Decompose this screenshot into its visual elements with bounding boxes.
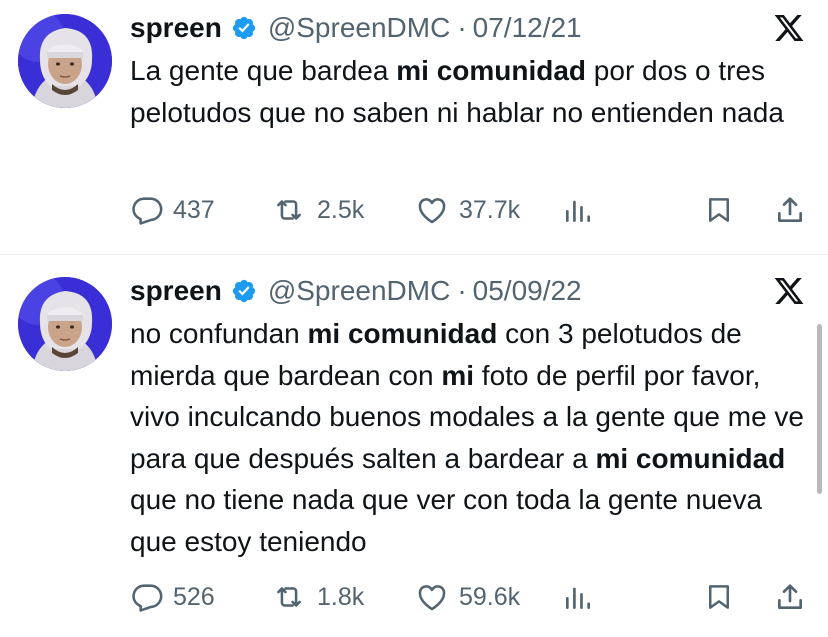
repost-icon bbox=[277, 587, 301, 607]
tweet-header: spreen @SpreenDMC · 07/12/21 bbox=[130, 8, 582, 48]
display-name[interactable]: spreen bbox=[130, 275, 222, 307]
share-button[interactable] bbox=[774, 190, 806, 230]
like-count: 37.7k bbox=[459, 195, 521, 224]
share-button[interactable] bbox=[774, 577, 806, 617]
text-segment-bold: mi comunidad bbox=[595, 442, 786, 474]
text-segment-bold: mi comunidad bbox=[396, 55, 587, 86]
action-bar: 437 2.5k 37.7k bbox=[130, 190, 810, 230]
reply-button[interactable]: 526 bbox=[130, 577, 215, 617]
like-button[interactable]: 37.7k bbox=[414, 190, 520, 230]
bookmark-button[interactable] bbox=[704, 190, 734, 230]
text-segment: que no tiene nada que ver con toda la ge… bbox=[130, 484, 763, 557]
views-icon bbox=[566, 200, 590, 222]
text-segment-bold: mi bbox=[441, 359, 475, 391]
bookmark-icon bbox=[709, 198, 729, 222]
separator-dot: · bbox=[457, 275, 467, 306]
text-segment: La gente que bardea bbox=[130, 55, 397, 86]
x-logo-icon bbox=[774, 278, 804, 304]
reply-icon bbox=[132, 197, 163, 225]
repost-count: 2.5k bbox=[317, 195, 365, 224]
share-icon bbox=[778, 197, 802, 222]
x-logo-icon bbox=[774, 15, 804, 41]
tweet-text: La gente que bardea mi comunidad por dos… bbox=[130, 50, 810, 133]
repost-button[interactable]: 1.8k bbox=[270, 577, 364, 617]
reply-button[interactable]: 437 bbox=[130, 190, 215, 230]
repost-icon bbox=[277, 200, 301, 220]
avatar[interactable] bbox=[18, 14, 112, 108]
like-count: 59.6k bbox=[459, 582, 521, 611]
tweet-divider bbox=[0, 254, 828, 255]
tweet-header: spreen @SpreenDMC · 05/09/22 bbox=[130, 271, 582, 311]
repost-button[interactable]: 2.5k bbox=[270, 190, 364, 230]
reply-count: 437 bbox=[173, 195, 215, 224]
avatar[interactable] bbox=[18, 277, 112, 371]
user-handle[interactable]: @SpreenDMC bbox=[268, 275, 450, 307]
bookmark-icon bbox=[709, 585, 729, 609]
text-segment: no confundan bbox=[130, 318, 308, 349]
views-icon bbox=[566, 587, 590, 609]
tweet-card[interactable]: spreen @SpreenDMC · 07/12/21 La gente qu… bbox=[0, 0, 828, 254]
scrollbar[interactable] bbox=[817, 324, 822, 494]
reply-icon bbox=[132, 584, 163, 612]
bookmark-button[interactable] bbox=[704, 577, 734, 617]
tweet-text: no confundan mi comunidad con 3 pelotudo… bbox=[130, 313, 810, 562]
like-button[interactable]: 59.6k bbox=[414, 577, 520, 617]
action-bar: 526 1.8k 59.6k bbox=[130, 577, 810, 617]
user-handle[interactable]: @SpreenDMC bbox=[268, 12, 450, 44]
verified-badge-icon bbox=[232, 16, 255, 40]
repost-count: 1.8k bbox=[317, 582, 365, 611]
separator-dot: · bbox=[457, 12, 467, 43]
tweet-date[interactable]: 07/12/21 bbox=[473, 12, 582, 44]
display-name[interactable]: spreen bbox=[130, 12, 222, 44]
verified-badge-icon bbox=[232, 279, 255, 303]
like-icon bbox=[418, 198, 446, 224]
views-button[interactable] bbox=[562, 190, 594, 230]
like-icon bbox=[418, 585, 446, 611]
tweet-date[interactable]: 05/09/22 bbox=[473, 275, 582, 307]
share-icon bbox=[778, 584, 802, 609]
text-segment-bold: mi comunidad bbox=[307, 318, 498, 349]
tweet-card[interactable]: spreen @SpreenDMC · 05/09/22 no confunda… bbox=[0, 263, 828, 637]
views-button[interactable] bbox=[562, 577, 594, 617]
reply-count: 526 bbox=[173, 582, 215, 611]
